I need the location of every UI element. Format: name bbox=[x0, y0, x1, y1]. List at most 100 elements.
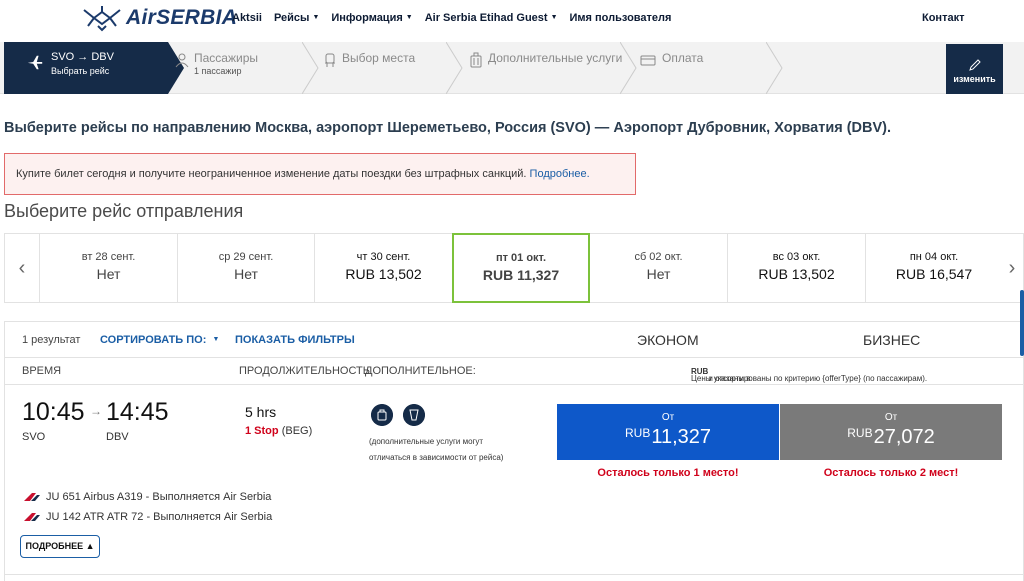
section-title: Выберите рейс отправления bbox=[4, 201, 244, 221]
air-serbia-logo[interactable]: AirSERBIA bbox=[80, 4, 237, 32]
caret-down-icon: ▼ bbox=[405, 14, 413, 21]
results-count: 1 результат bbox=[22, 334, 81, 346]
arrival-airport: DBV bbox=[106, 431, 129, 443]
nav-item-information[interactable]: Информация ▼ bbox=[331, 12, 412, 24]
chevron-divider-icon bbox=[766, 42, 783, 94]
date-day: сб 02 окт. bbox=[634, 251, 683, 263]
business-fare-button[interactable]: От RUB27,072 bbox=[780, 404, 1002, 460]
fare-currency: RUB bbox=[624, 426, 651, 440]
nav-item-flights[interactable]: Рейсы ▼ bbox=[274, 12, 319, 24]
chevron-divider-icon bbox=[446, 42, 463, 94]
drink-service-icon bbox=[403, 404, 425, 426]
step-label: Пассажиры bbox=[194, 51, 259, 65]
date-price: RUB 13,502 bbox=[345, 266, 422, 282]
chevron-divider-icon bbox=[620, 42, 637, 94]
departure-time: 10:45 bbox=[22, 398, 85, 426]
step-payment[interactable]: Оплата bbox=[640, 42, 780, 94]
date-carousel: ‹ вт 28 сент. Нет ср 29 сент. Нет чт 30 … bbox=[4, 233, 1024, 303]
date-price: RUB 11,327 bbox=[482, 267, 560, 283]
nav-item-etihad-guest[interactable]: Air Serbia Etihad Guest ▼ bbox=[425, 12, 558, 24]
date-day: пн 04 окт. bbox=[909, 251, 959, 263]
date-price: RUB 16,547 bbox=[895, 266, 973, 282]
step-passengers[interactable]: Пассажиры 1 пассажир bbox=[170, 42, 320, 94]
nav-item-username[interactable]: Имя пользователя bbox=[570, 12, 672, 24]
date-day: вт 28 сент. bbox=[81, 251, 136, 263]
date-price: Нет bbox=[234, 266, 258, 282]
date-option[interactable]: ср 29 сент. Нет bbox=[177, 234, 314, 302]
date-option[interactable]: вс 03 окт. RUB 13,502 bbox=[727, 234, 865, 302]
caret-down-icon: ▼ bbox=[212, 336, 220, 343]
date-option[interactable]: сб 02 окт. Нет bbox=[590, 234, 727, 302]
flight-stops: 1 Stop (BEG) bbox=[245, 425, 312, 437]
business-seats-left: Осталось только 2 мест! bbox=[823, 467, 959, 479]
date-option[interactable]: пн 04 окт. RUB 16,547 bbox=[865, 234, 1002, 302]
cabin-economy-header: ЭКОНОМ bbox=[637, 332, 699, 348]
step-seat-selection[interactable]: Выбор места bbox=[322, 42, 452, 94]
booking-steps-bar: SVO → DBV Выбрать рейс Пассажиры 1 пасса… bbox=[0, 42, 1024, 94]
edit-search-button[interactable]: изменить bbox=[946, 44, 1003, 94]
edit-label: изменить bbox=[953, 74, 996, 84]
date-price: RUB 13,502 bbox=[758, 266, 835, 282]
chevron-divider-icon bbox=[302, 42, 319, 94]
economy-fare-button[interactable]: От RUB11,327 bbox=[557, 404, 779, 460]
divider bbox=[5, 574, 1023, 575]
person-icon bbox=[175, 53, 189, 68]
step-subtitle: Выбрать рейс bbox=[51, 66, 110, 76]
step-additional-services[interactable]: Дополнительные услуги bbox=[466, 42, 636, 94]
scrollbar-handle[interactable] bbox=[1020, 290, 1024, 356]
pencil-icon bbox=[969, 59, 981, 71]
nav-item-label: Имя пользователя bbox=[569, 12, 672, 24]
flight-segment: JU 651 Airbus A319 - Выполняется Air Ser… bbox=[22, 491, 271, 503]
prev-dates-chevron-left-icon[interactable]: ‹ bbox=[5, 234, 39, 302]
date-price: Нет bbox=[646, 266, 671, 282]
date-day: пт 01 окт. bbox=[495, 252, 547, 264]
step-label: Выбор места bbox=[342, 51, 416, 65]
fare-amount: RUB27,072 bbox=[780, 426, 1002, 449]
plane-icon bbox=[27, 55, 43, 70]
sort-label: СОРТИРОВАТЬ ПО: bbox=[100, 334, 207, 346]
price-note: Цены указаны в RUB и отсортированы по кр… bbox=[691, 367, 927, 383]
step-label: Оплата bbox=[662, 51, 704, 65]
date-day: вс 03 окт. bbox=[772, 251, 821, 263]
date-option-selected[interactable]: пт 01 окт. RUB 11,327 bbox=[452, 233, 590, 303]
logo-emblem-icon bbox=[83, 6, 121, 32]
flight-duration: 5 hrs bbox=[245, 404, 277, 420]
fare-amount: RUB11,327 bbox=[557, 426, 779, 449]
nav-item-aktsii[interactable]: Aktsii bbox=[232, 12, 262, 24]
departure-airport: SVO bbox=[22, 431, 46, 443]
date-option[interactable]: чт 30 сент. RUB 13,502 bbox=[314, 234, 452, 302]
date-day: чт 30 сент. bbox=[356, 251, 411, 263]
promo-banner: Купите билет сегодня и получите неограни… bbox=[4, 153, 636, 195]
nav-item-label: Рейсы bbox=[273, 12, 310, 24]
column-headers: ВРЕМЯ ПРОДОЛЖИТЕЛЬНОСТЬ ДОПОЛНИТЕЛЬНОЕ: … bbox=[5, 358, 1023, 385]
baggage-service-icon bbox=[371, 404, 393, 426]
step-select-flight[interactable]: SVO → DBV Выбрать рейс bbox=[4, 42, 168, 94]
step-label: Дополнительные услуги bbox=[488, 51, 623, 65]
segment-text: JU 651 Airbus A319 - Выполняется Air Ser… bbox=[46, 491, 272, 503]
stops-count: 1 Stop bbox=[245, 425, 279, 437]
air-serbia-tail-icon bbox=[24, 493, 40, 501]
details-label: ПОДРОБНЕЕ bbox=[25, 541, 84, 551]
promo-text: Купите билет сегодня и получите неограни… bbox=[16, 168, 530, 180]
fare-from-label: От bbox=[661, 412, 675, 423]
sort-by-button[interactable]: СОРТИРОВАТЬ ПО: ▼ bbox=[100, 334, 219, 346]
caret-up-icon: ▲ bbox=[85, 541, 95, 551]
fare-value: 27,072 bbox=[873, 426, 935, 448]
economy-seats-left: Осталось только 1 место! bbox=[597, 467, 739, 479]
route-title: Выберите рейсы по направлению Москва, аэ… bbox=[4, 120, 892, 136]
segment-text: JU 142 ATR ATR 72 - Выполняется Air Serb… bbox=[46, 511, 273, 523]
step-route: SVO → DBV bbox=[51, 51, 114, 63]
seat-icon bbox=[325, 53, 335, 67]
fare-currency: RUB bbox=[847, 426, 873, 440]
logo-text: AirSERBIA bbox=[126, 6, 238, 29]
nav-item-label: Air Serbia Etihad Guest bbox=[424, 12, 548, 24]
arrival-time: 14:45 bbox=[106, 398, 169, 426]
flight-details-button[interactable]: ПОДРОБНЕЕ ▲ bbox=[20, 535, 100, 558]
services-note: (дополнительные услуги могут отличаться … bbox=[369, 437, 504, 462]
col-duration: ПРОДОЛЖИТЕЛЬНОСТЬ bbox=[239, 365, 370, 377]
date-price: Нет bbox=[96, 266, 121, 282]
show-filters-button[interactable]: ПОКАЗАТЬ ФИЛЬТРЫ bbox=[235, 334, 355, 346]
promo-more-link[interactable]: Подробнее. bbox=[530, 168, 590, 180]
nav-contact-link[interactable]: Контакт bbox=[922, 12, 964, 24]
date-option[interactable]: вт 28 сент. Нет bbox=[39, 234, 177, 302]
